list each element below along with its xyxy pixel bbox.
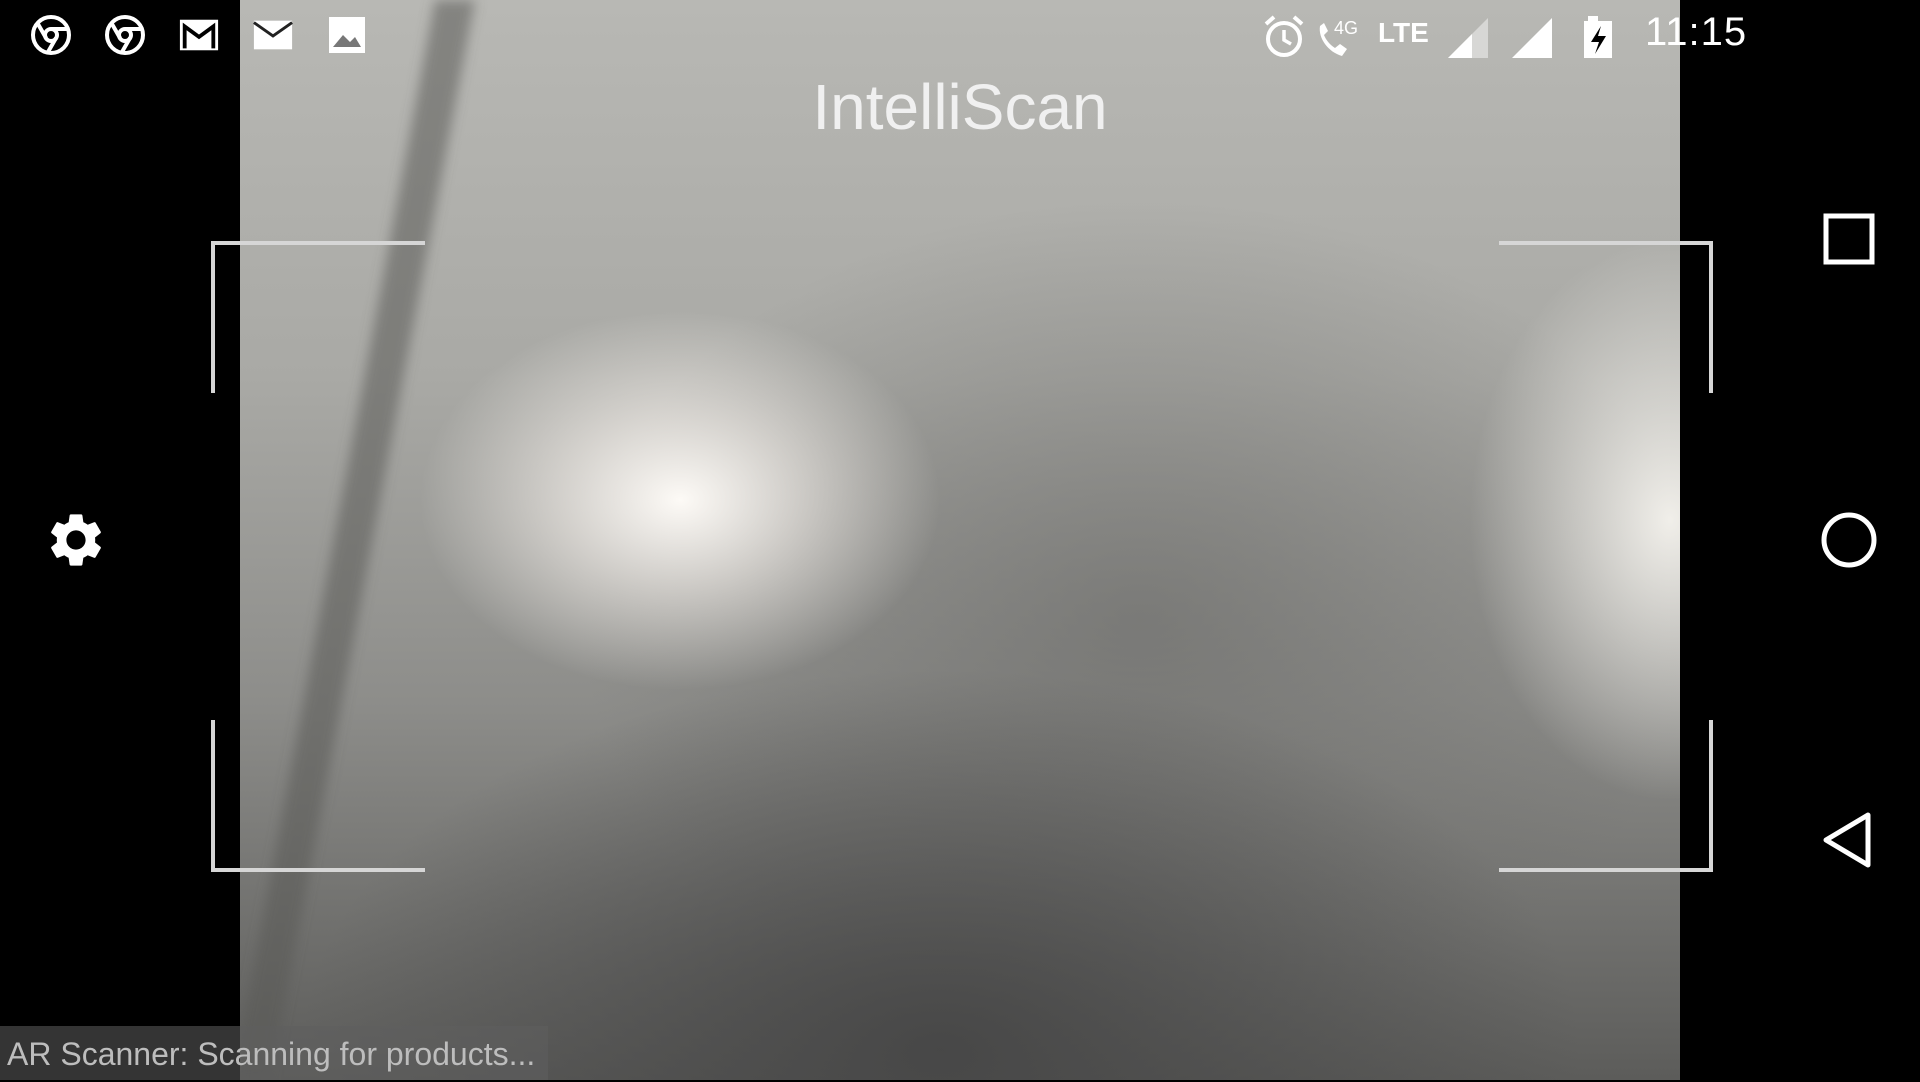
scan-frame-corner-bottom-left — [211, 720, 425, 872]
home-button[interactable] — [1818, 508, 1882, 572]
gmail-icon — [178, 14, 220, 56]
back-button[interactable] — [1818, 808, 1882, 872]
signal-full-icon — [1512, 18, 1552, 58]
scan-frame-corner-top-right — [1499, 241, 1713, 393]
network-type-label: 4G — [1334, 18, 1358, 38]
signal-icon — [1448, 18, 1488, 58]
status-bar-right-icons: 4G LTE — [1264, 15, 1612, 58]
battery-charging-icon — [1584, 16, 1612, 58]
notification-icons — [30, 14, 368, 56]
chrome-icon — [104, 14, 146, 56]
back-triangle-icon — [1823, 812, 1871, 868]
scan-frame-corner-top-left — [211, 241, 425, 393]
settings-button[interactable] — [44, 508, 108, 572]
square-icon — [1823, 213, 1875, 265]
gear-icon — [51, 514, 101, 566]
scan-frame-corner-bottom-right — [1499, 720, 1713, 872]
email-icon — [252, 14, 294, 56]
alarm-icon — [1264, 15, 1304, 57]
lte-label: LTE — [1378, 17, 1429, 48]
app-title: IntelliScan — [812, 71, 1108, 143]
image-icon — [326, 14, 368, 56]
recent-apps-button[interactable] — [1818, 208, 1882, 272]
chrome-icon — [30, 14, 72, 56]
camera-preview — [240, 0, 1680, 1080]
scan-status-text: AR Scanner: Scanning for products... — [0, 1026, 548, 1080]
status-time: 11:15 — [1645, 10, 1748, 54]
circle-icon — [1821, 512, 1877, 568]
camera-shadow-stripe — [240, 0, 475, 1080]
